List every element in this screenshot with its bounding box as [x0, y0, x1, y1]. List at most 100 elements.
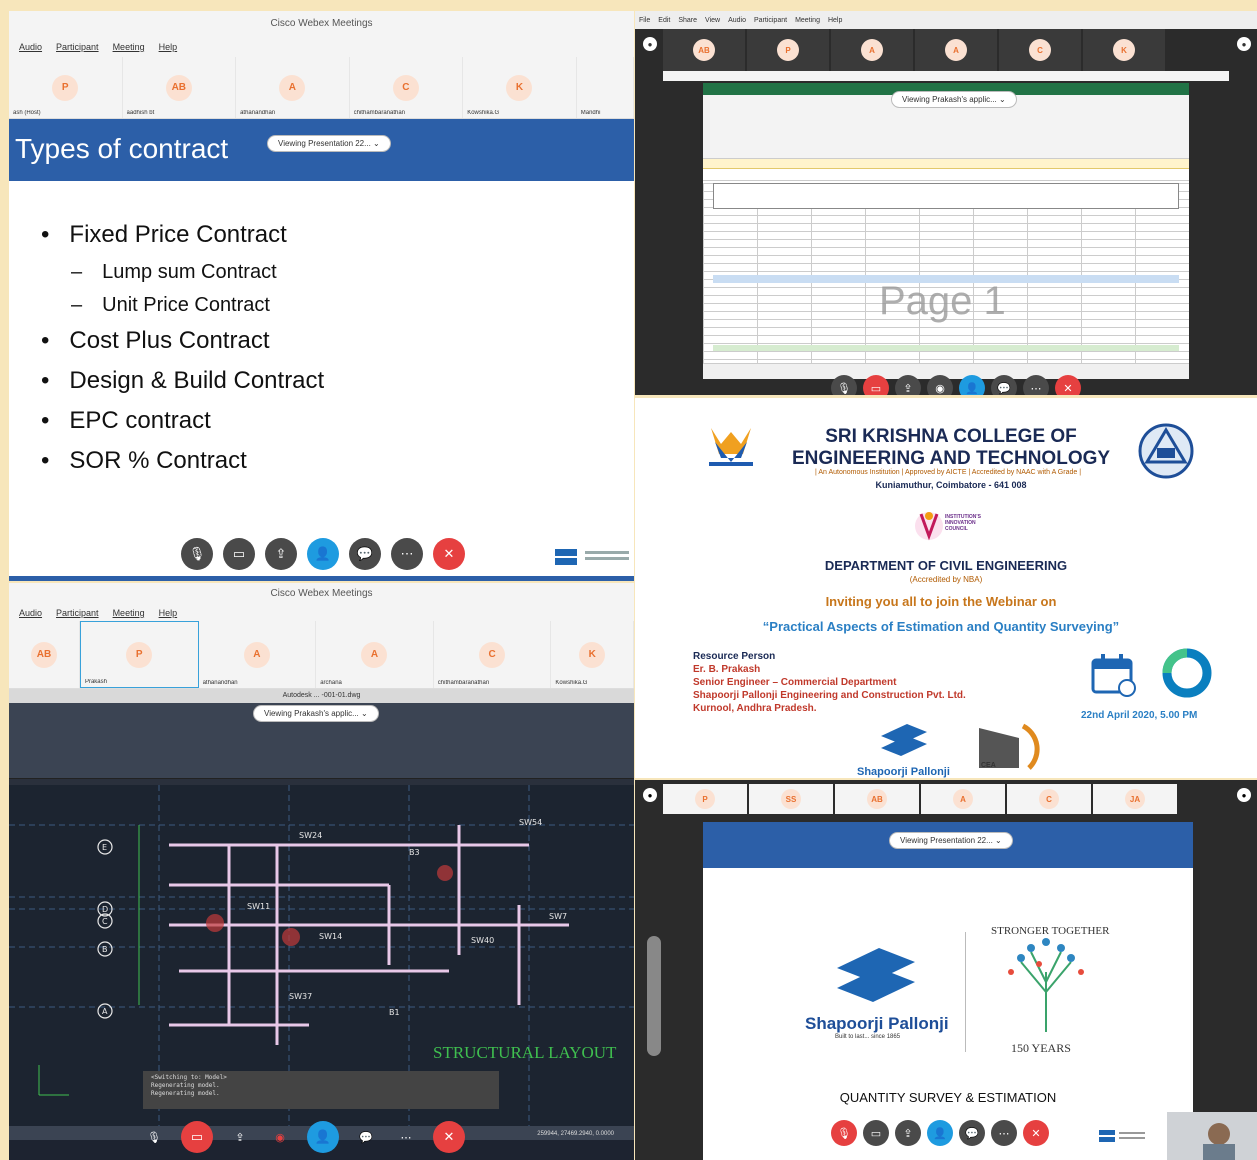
participant-tile[interactable]: Aathanandhan — [236, 57, 350, 118]
participant-name: athanandhan — [240, 110, 276, 116]
menu-audio[interactable]: Audio — [728, 17, 746, 24]
share-button[interactable]: ⇪ — [895, 1120, 921, 1146]
share-button[interactable]: ⇪ — [227, 1124, 253, 1150]
participant-tile[interactable]: K — [1083, 29, 1165, 71]
spreadsheet-grid[interactable] — [703, 183, 1189, 363]
viewing-dropdown[interactable]: Viewing Prakash's applic... ⌄ — [891, 91, 1017, 108]
participant-tile[interactable]: A — [915, 29, 997, 71]
list-item: • Cost Plus Contract — [41, 327, 634, 355]
leave-button[interactable]: ✕ — [433, 1121, 465, 1153]
participant-tile[interactable]: P — [663, 784, 747, 814]
mute-button[interactable]: 🎙 — [181, 538, 213, 570]
command-line[interactable]: <Switching to: Model> Regenerating model… — [143, 1071, 499, 1109]
menu-participant[interactable]: Participant — [56, 608, 99, 618]
participants-button[interactable]: 👤 — [307, 538, 339, 570]
participants-button[interactable]: 👤 — [959, 375, 985, 395]
menu-view[interactable]: View — [705, 17, 720, 24]
participant-tile[interactable]: Cchithambaranathan — [350, 57, 464, 118]
mute-button[interactable]: 🎙 — [141, 1124, 167, 1150]
avatar: JA — [1125, 789, 1145, 809]
viewing-dropdown[interactable]: Viewing Presentation 22... ⌄ — [889, 832, 1013, 849]
more-button[interactable]: ⋯ — [391, 538, 423, 570]
menu-audio[interactable]: Audio — [19, 42, 42, 52]
menu-help[interactable]: Help — [828, 17, 842, 24]
participant-tile[interactable]: P — [747, 29, 829, 71]
video-button[interactable]: ▭ — [863, 375, 889, 395]
menu-meeting[interactable]: Meeting — [113, 42, 145, 52]
participant-tile[interactable]: A — [831, 29, 913, 71]
svg-text:SW37: SW37 — [289, 992, 312, 1001]
participant-tile[interactable]: JA — [1093, 784, 1177, 814]
participant-tile[interactable]: AB — [663, 29, 745, 71]
chat-button[interactable]: 💬 — [353, 1124, 379, 1150]
participant-name: athanandhan — [202, 680, 238, 686]
leave-button[interactable]: ✕ — [433, 538, 465, 570]
participant-tile[interactable]: Pash (Host) — [9, 57, 123, 118]
participant-tile[interactable]: C — [999, 29, 1081, 71]
menu-help[interactable]: Help — [159, 42, 178, 52]
participant-tile[interactable]: K Kowshika.G — [551, 621, 634, 688]
participant-tile[interactable]: AB — [9, 621, 80, 688]
menu-participant[interactable]: Participant — [56, 42, 99, 52]
slide-footer-line — [9, 576, 634, 581]
viewing-dropdown[interactable]: Viewing Prakash's applic... ⌄ — [253, 705, 379, 722]
record-button[interactable]: ◉ — [927, 375, 953, 395]
bullet-mark: – — [71, 294, 83, 316]
mute-button[interactable]: 🎙 — [831, 1120, 857, 1146]
svg-text:B3: B3 — [409, 848, 420, 857]
pin-icon[interactable]: ● — [643, 788, 657, 802]
participant-tile[interactable]: C — [1007, 784, 1091, 814]
security-warning-bar[interactable] — [703, 159, 1189, 169]
mute-button[interactable]: 🎙 — [831, 375, 857, 395]
leave-button[interactable]: ✕ — [1055, 375, 1081, 395]
participant-tile[interactable]: Aarchana — [316, 621, 434, 688]
video-button[interactable]: ▭ — [181, 1121, 213, 1153]
pin-icon[interactable]: ● — [643, 37, 657, 51]
settings-icon[interactable]: ● — [1237, 37, 1251, 51]
video-button[interactable]: ▭ — [223, 538, 255, 570]
participant-tile[interactable]: K Kowshika.G — [463, 57, 577, 118]
more-button[interactable]: ⋯ — [1023, 375, 1049, 395]
participant-tile[interactable]: Cchithambaranathan — [434, 621, 552, 688]
participants-button[interactable]: 👤 — [927, 1120, 953, 1146]
menu-audio[interactable]: Audio — [19, 608, 42, 618]
menu-share[interactable]: Share — [678, 17, 697, 24]
menu-meeting[interactable]: Meeting — [795, 17, 820, 24]
viewing-dropdown[interactable]: Viewing Presentation 22... ⌄ — [267, 135, 391, 152]
participant-tile[interactable]: AB aadhish bt — [123, 57, 237, 118]
chat-button[interactable]: 💬 — [349, 538, 381, 570]
bullet-mark: • — [41, 407, 50, 434]
chat-button[interactable]: 💬 — [991, 375, 1017, 395]
participant-name: Kowshika.G — [555, 680, 588, 686]
menu-help[interactable]: Help — [159, 608, 178, 618]
more-button[interactable]: ⋯ — [991, 1120, 1017, 1146]
menu-edit[interactable]: Edit — [658, 17, 670, 24]
participants-button[interactable]: 👤 — [307, 1121, 339, 1153]
avatar: A — [279, 74, 306, 101]
chat-button[interactable]: 💬 — [959, 1120, 985, 1146]
video-button[interactable]: ▭ — [863, 1120, 889, 1146]
webex-window-excel-share: File Edit Share View Audio Participant M… — [635, 11, 1257, 395]
avatar: A — [945, 39, 967, 61]
participant-tile[interactable]: SS — [749, 784, 833, 814]
participant-tile[interactable]: AB — [835, 784, 919, 814]
more-button[interactable]: ⋯ — [393, 1124, 419, 1150]
participant-tile[interactable]: Mandhi — [577, 57, 634, 118]
svg-text:SW7: SW7 — [549, 912, 567, 921]
avatar: A — [861, 39, 883, 61]
participant-tile[interactable]: A — [921, 784, 1005, 814]
menu-meeting[interactable]: Meeting — [113, 608, 145, 618]
participant-tile[interactable]: Aathanandhan — [199, 621, 317, 688]
formula-bar[interactable] — [703, 169, 1189, 181]
menu-file[interactable]: File — [639, 17, 650, 24]
record-button[interactable]: ◉ — [267, 1124, 293, 1150]
participant-tile[interactable]: P Prakash — [79, 621, 199, 688]
leave-button[interactable]: ✕ — [1023, 1120, 1049, 1146]
command-output-line: Regenerating model. — [151, 1090, 220, 1097]
share-button[interactable]: ⇪ — [895, 375, 921, 395]
scroll-handle[interactable] — [647, 936, 661, 1056]
self-view-video[interactable] — [1167, 1112, 1257, 1160]
share-button[interactable]: ⇪ — [265, 538, 297, 570]
menu-participant[interactable]: Participant — [754, 17, 787, 24]
settings-icon[interactable]: ● — [1237, 788, 1251, 802]
